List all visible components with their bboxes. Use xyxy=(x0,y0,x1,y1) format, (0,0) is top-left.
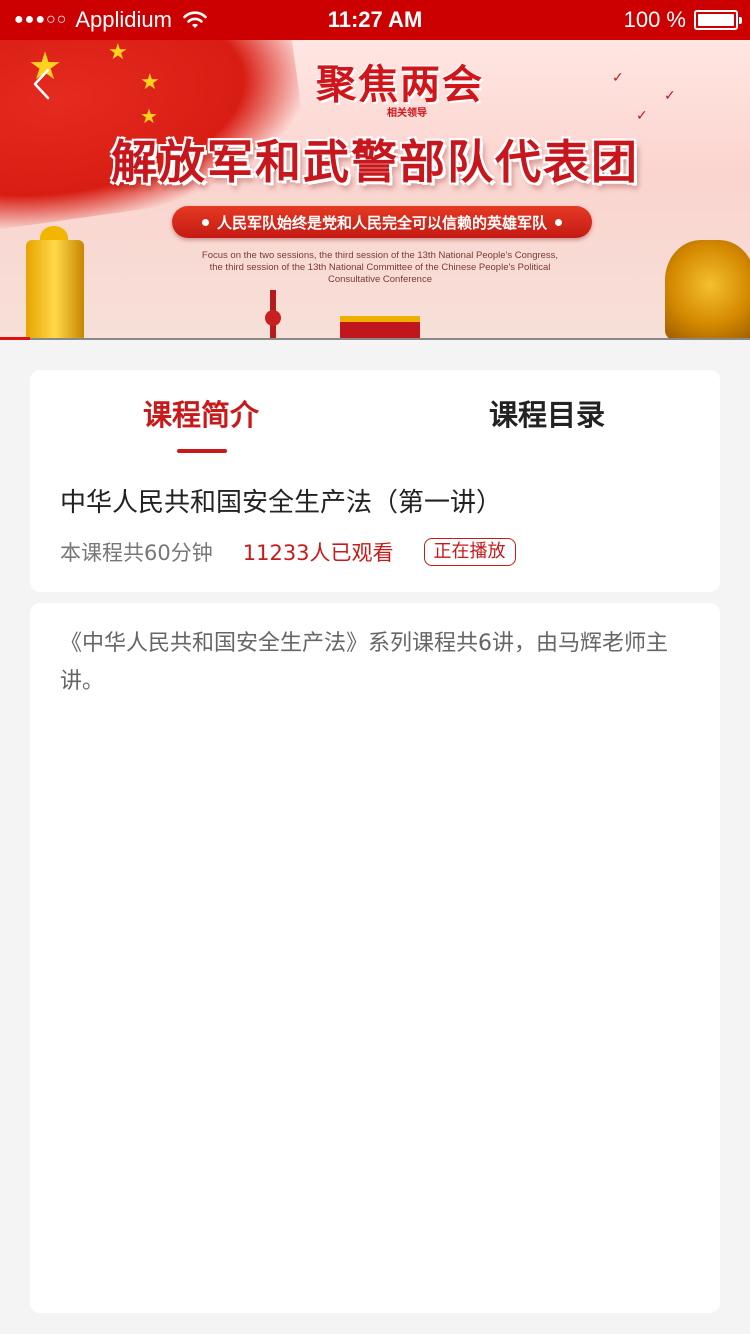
banner-progress-indicator xyxy=(0,337,30,340)
banner-divider xyxy=(0,338,750,340)
status-right: 100 % xyxy=(623,0,742,40)
battery-percent: 100 % xyxy=(623,7,686,32)
course-title: 中华人民共和国安全生产法（第一讲） xyxy=(60,488,503,518)
banner-slogan-pill: 人民军队始终是党和人民完全可以信赖的英雄军队 xyxy=(172,206,592,238)
course-meta: 本课程共60分钟 11233人已观看 正在播放 xyxy=(60,537,516,567)
banner-english-line: the third session of the 13th National C… xyxy=(209,262,551,273)
tab-catalog[interactable]: 课程目录 xyxy=(489,392,605,434)
pillar-decoration xyxy=(26,240,84,340)
banner-english-line: Consultative Conference xyxy=(327,274,433,285)
lion-decoration xyxy=(665,240,750,340)
battery-icon xyxy=(694,10,742,30)
banner-subtag: 相关领导 xyxy=(387,108,427,119)
description-card: 《中华人民共和国安全生产法》系列课程共6讲，由马辉老师主讲。 xyxy=(30,603,720,1313)
course-description: 《中华人民共和国安全生产法》系列课程共6讲，由马辉老师主讲。 xyxy=(60,631,668,694)
active-tab-indicator xyxy=(177,449,227,453)
bird-icon: ✓ xyxy=(636,108,648,124)
gate-decoration xyxy=(340,316,420,340)
view-count: 11233人已观看 xyxy=(242,541,394,565)
banner-english-caption: Focus on the two sessions, the third ses… xyxy=(175,250,585,286)
banner-english-line: Focus on the two sessions, the third ses… xyxy=(201,250,559,261)
tab-bar: 课程简介 课程目录 xyxy=(30,370,720,454)
banner-slogan: 人民军队始终是党和人民完全可以信赖的英雄军队 xyxy=(216,213,547,232)
tower-decoration xyxy=(265,310,281,326)
course-duration: 本课程共60分钟 xyxy=(60,541,213,565)
status-badge: 正在播放 xyxy=(423,538,516,566)
battery-tip xyxy=(739,17,742,24)
tab-intro[interactable]: 课程简介 xyxy=(143,392,259,434)
back-button[interactable] xyxy=(26,66,56,102)
battery-fill xyxy=(698,14,734,26)
bird-icon: ✓ xyxy=(664,88,676,104)
star-icon: ★ xyxy=(140,104,158,128)
chevron-left-icon xyxy=(33,68,50,100)
course-banner: ★ ★ ★ ★ ✓ ✓ ✓ 聚焦两会 相关领导 解放军和武警部队代表团 人民军队… xyxy=(0,40,750,340)
status-bar: ●●●○○ Applidium 11:27 AM 100 % xyxy=(0,0,750,40)
course-info-card: 课程简介 课程目录 中华人民共和国安全生产法（第一讲） 本课程共60分钟 112… xyxy=(30,370,720,592)
banner-script-title: 聚焦两会 xyxy=(316,61,484,108)
pill-dot xyxy=(201,218,209,226)
bird-icon: ✓ xyxy=(612,70,624,86)
pill-dot xyxy=(555,218,562,226)
star-icon: ★ xyxy=(140,70,160,95)
star-icon: ★ xyxy=(108,40,128,65)
banner-title: 解放军和武警部队代表团 xyxy=(111,135,639,189)
